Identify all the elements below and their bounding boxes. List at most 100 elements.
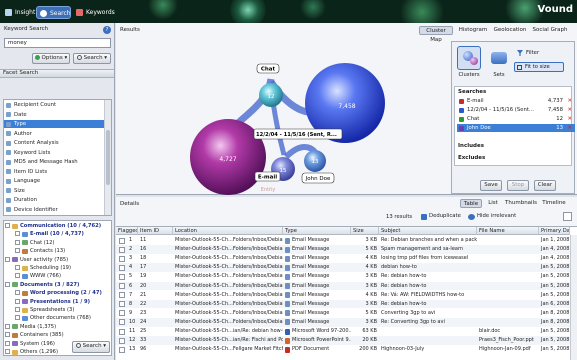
table-row[interactable]: 11 25 Mister-Outlook-55-Ch...ian/Re: debia…	[116, 327, 570, 336]
flag-checkbox[interactable]	[119, 237, 125, 244]
fit-to-size-button[interactable]: Fit to size	[514, 62, 564, 72]
tree-node[interactable]: Presentations (1 / 9)	[15, 298, 90, 307]
remove-search-icon[interactable]: ✕	[568, 97, 572, 105]
search-button[interactable]: Search ▾	[73, 53, 111, 64]
tree-checkbox[interactable]	[5, 340, 10, 346]
flag-checkbox[interactable]	[119, 255, 125, 262]
tree-node[interactable]: System (196)	[5, 340, 55, 349]
hide-irrelevant-button[interactable]: Hide irrelevant	[468, 213, 516, 220]
column-settings-icon[interactable]	[563, 212, 572, 221]
flag-checkbox[interactable]	[119, 283, 125, 289]
keyword-search-input[interactable]: money	[4, 38, 111, 48]
tree-checkbox[interactable]	[5, 349, 10, 354]
table-row[interactable]: 5 19 Mister-Outlook-55-Ch...Folders/Inbox/…	[116, 272, 570, 281]
table-row[interactable]: 3 18 Mister-Outlook-55-Ch...Folders/Inbox/…	[116, 254, 570, 263]
tree-checkbox[interactable]	[5, 256, 10, 262]
stop-button[interactable]: Stop	[507, 180, 529, 191]
clusters-toggle[interactable]	[457, 46, 481, 70]
tree-checkbox[interactable]	[5, 281, 10, 287]
facet-scrollbar[interactable]	[104, 100, 111, 215]
tree-checkbox[interactable]	[15, 307, 20, 312]
tab-search[interactable]: Search	[36, 6, 71, 19]
tree-node[interactable]: Documents (3 / 827)	[5, 281, 79, 290]
deduplicate-button[interactable]: Deduplicate	[421, 213, 461, 220]
cluster-map[interactable]: 7,458 4,727 12 15 13 Chat 12/2/04 - 11/5…	[116, 37, 451, 195]
facet-item[interactable]: Device Identifier	[4, 206, 104, 214]
table-row[interactable]: 7 21 Mister-Outlook-55-Ch...Folders/Inbox/…	[116, 291, 570, 300]
tree-checkbox[interactable]	[5, 332, 10, 338]
search-item[interactable]: John Doe 13 ✕	[457, 124, 575, 132]
flag-checkbox[interactable]	[119, 292, 125, 299]
remove-search-icon[interactable]: ✕	[568, 124, 572, 132]
column-header[interactable]: Primary Date	[539, 227, 570, 235]
scroll-thumb[interactable]	[106, 130, 110, 185]
tree-checkbox[interactable]	[5, 323, 10, 329]
facet-item[interactable]: MD5 and Message Hash	[4, 158, 104, 166]
table-row[interactable]: 2 16 Mister-Outlook-55-Ch...Folders/Inbox/…	[116, 245, 570, 254]
tree-node[interactable]: Media (1,375)	[5, 323, 56, 332]
tree-checkbox[interactable]	[15, 315, 20, 321]
tree-node[interactable]: User activity (785)	[5, 256, 68, 265]
flag-checkbox[interactable]	[119, 301, 125, 308]
table-row[interactable]: 13 96 Mister-Outlook-55-Ch...Fellgare Mark…	[116, 345, 570, 354]
tree-node[interactable]: Others (1,296)	[5, 348, 58, 355]
tree-checkbox[interactable]	[15, 248, 20, 254]
tree-checkbox[interactable]	[15, 298, 20, 304]
column-header[interactable]: Subject	[379, 227, 477, 235]
tab-social-graph[interactable]: Social Graph	[530, 26, 570, 35]
facet-item[interactable]: Size	[4, 187, 104, 195]
remove-search-icon[interactable]: ✕	[568, 106, 572, 114]
tree-checkbox[interactable]	[15, 273, 20, 279]
flag-checkbox[interactable]	[119, 246, 125, 253]
flag-checkbox[interactable]	[119, 310, 125, 317]
flag-checkbox[interactable]	[119, 264, 125, 271]
table-row[interactable]: 8 22 Mister-Outlook-55-Ch...Folders/Inbox/…	[116, 299, 570, 309]
facet-item[interactable]: Duration	[4, 196, 104, 204]
tree-node[interactable]: WWW (766)	[15, 272, 61, 281]
flag-checkbox[interactable]	[119, 273, 125, 280]
tab-histogram[interactable]: Histogram	[458, 26, 488, 35]
column-header[interactable]: Location	[173, 227, 283, 235]
facet-item[interactable]: Date	[4, 111, 104, 119]
tree-node[interactable]: Scheduling (19)	[15, 264, 71, 273]
facet-item[interactable]: Type	[4, 120, 104, 129]
tree-node[interactable]: Containers (385)	[5, 331, 64, 340]
facet-item[interactable]: Recipient Count	[4, 101, 104, 109]
table-row[interactable]: 10 24 Mister-Outlook-55-Ch...Folders/Inbox…	[116, 317, 570, 327]
search-item[interactable]: E-mail 4,737 ✕	[457, 97, 575, 105]
facet-item[interactable]: Content Analysis	[4, 139, 104, 147]
tree-checkbox[interactable]	[15, 231, 20, 237]
facet-item[interactable]: Item ID Lists	[4, 168, 104, 176]
save-button[interactable]: Save	[480, 180, 502, 191]
remove-search-icon[interactable]: ✕	[568, 115, 572, 123]
table-row[interactable]: 9 23 Mister-Outlook-55-Ch...Folders/Inbox/…	[116, 309, 570, 318]
facet-item[interactable]: Author	[4, 130, 104, 138]
tree-node[interactable]: E-mail (10 / 4,737)	[15, 230, 84, 239]
tree-checkbox[interactable]	[15, 290, 20, 296]
clear-button[interactable]: Clear	[534, 180, 556, 191]
tree-node[interactable]: Spreadsheets (3)	[15, 306, 74, 315]
column-header[interactable]: Flagged	[116, 227, 138, 235]
table-row[interactable]: 12 33 Mister-Outlook-55-Ch...ian/Re: Fisch…	[116, 336, 570, 345]
column-header[interactable]: File Name	[477, 227, 539, 235]
tree-checkbox[interactable]	[5, 223, 10, 228]
table-row[interactable]: 1 11 Mister-Outlook-55-Ch...Folders/Inbox/…	[116, 236, 570, 245]
tab-timeline[interactable]: Timeline	[540, 199, 568, 208]
table-row[interactable]: 4 17 Mister-Outlook-55-Ch...Folders/Inbox/…	[116, 263, 570, 273]
tree-node[interactable]: Word processing (2 / 47)	[15, 289, 102, 298]
tree-node[interactable]: Communication (10 / 4,762)	[5, 222, 101, 231]
tab-table[interactable]: Table	[460, 199, 482, 208]
tree-node[interactable]: Chat (12)	[15, 239, 54, 248]
tree-checkbox[interactable]	[15, 265, 20, 270]
tab-keywords[interactable]: Keywords	[73, 6, 115, 19]
column-header[interactable]: Type	[283, 227, 351, 235]
column-header[interactable]: Item ID	[138, 227, 173, 235]
search-item[interactable]: Chat 12 ✕	[457, 115, 575, 123]
flag-checkbox[interactable]	[119, 337, 125, 344]
tab-cluster-map[interactable]: Cluster Map	[419, 26, 453, 43]
table-row[interactable]: 6 20 Mister-Outlook-55-Ch...Folders/Inbox/…	[116, 281, 570, 291]
filter-button[interactable]: Filter	[526, 50, 539, 56]
column-header[interactable]: Size	[351, 227, 379, 235]
tab-geolocation[interactable]: Geolocation	[493, 26, 527, 35]
table-scrollbar[interactable]	[570, 235, 577, 360]
